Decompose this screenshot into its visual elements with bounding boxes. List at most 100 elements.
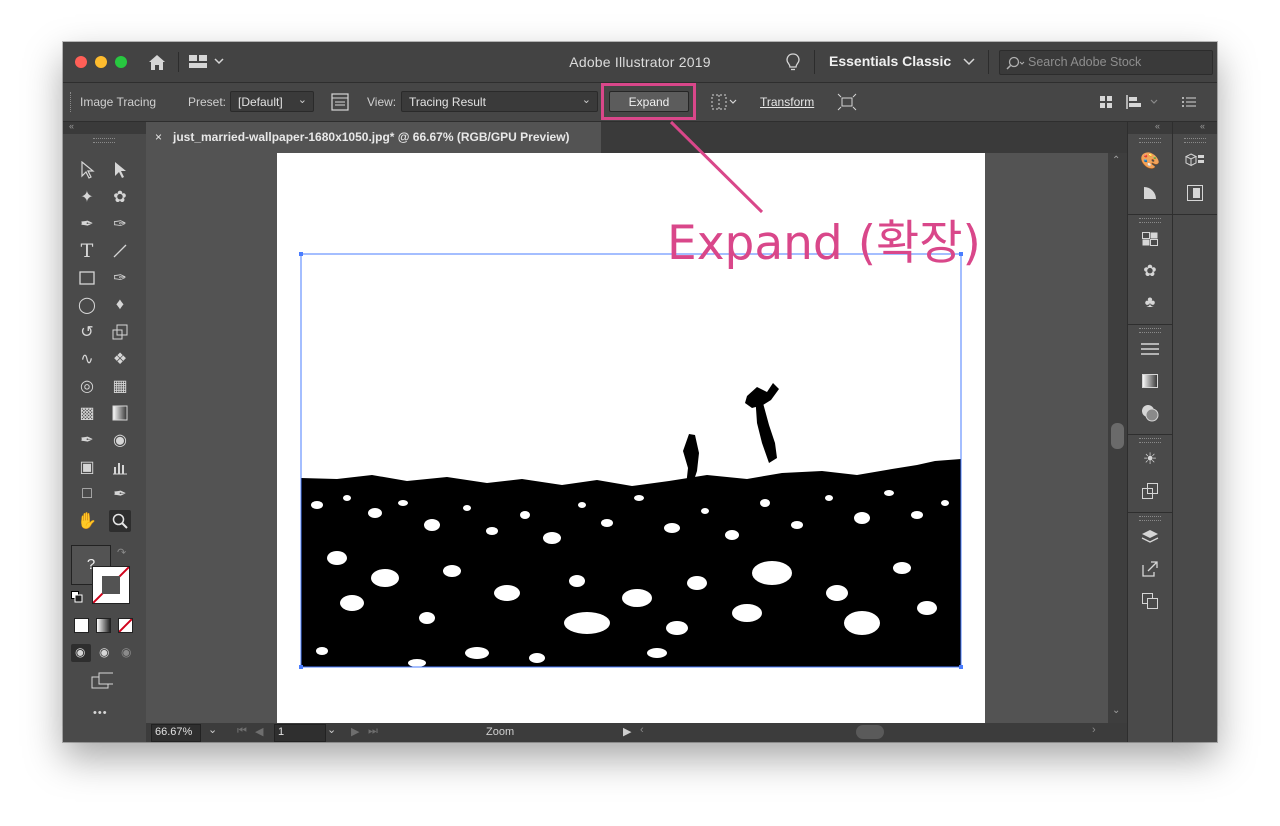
zoom-tool-icon[interactable] <box>109 510 131 532</box>
scrollbar-thumb[interactable] <box>1111 423 1124 449</box>
menu-lines-icon[interactable] <box>1181 95 1197 109</box>
scale-tool-icon[interactable] <box>109 321 131 343</box>
draw-inside-icon[interactable]: ◉ <box>117 644 137 662</box>
document-tab[interactable]: × just_married-wallpaper-1680x1050.jpg* … <box>146 122 601 153</box>
align-panel-icon[interactable] <box>1125 94 1161 110</box>
scroll-down-icon[interactable]: ⌄ <box>1112 705 1120 716</box>
asset-export-icon[interactable] <box>1139 558 1161 580</box>
color-mode-icon[interactable] <box>74 618 89 633</box>
chevron-down-icon[interactable] <box>963 58 975 66</box>
first-artboard-icon[interactable]: ⏮ <box>237 725 247 738</box>
transparency-icon[interactable] <box>1139 402 1161 424</box>
properties-panel-icon[interactable] <box>1184 182 1206 204</box>
illustrator-window: Adobe Illustrator 2019 Essentials Classi… <box>63 42 1217 742</box>
preset-label: Preset: <box>188 95 227 109</box>
tracing-panel-icon[interactable] <box>331 93 349 111</box>
grid-icon[interactable] <box>1099 95 1113 109</box>
symbol-sprayer-tool-icon[interactable]: ▣ <box>76 456 98 478</box>
stroke-swatch[interactable] <box>92 566 130 604</box>
magic-wand-tool-icon[interactable]: ✦ <box>76 186 98 208</box>
chevron-down-icon: ⌄ <box>581 94 591 106</box>
collapse-icon[interactable]: « <box>1200 121 1205 131</box>
collapse-icon[interactable]: « <box>1155 121 1160 131</box>
status-menu-icon[interactable]: ▶ <box>623 725 631 738</box>
shape-builder-tool-icon[interactable]: ◎ <box>76 375 98 397</box>
warp-tool-icon[interactable]: ∿ <box>76 348 98 370</box>
stroke-panel-icon[interactable] <box>1139 338 1161 360</box>
view-label: View: <box>367 95 397 109</box>
symbols-icon[interactable]: ♣ <box>1139 292 1161 314</box>
gradient-mode-icon[interactable] <box>96 618 111 633</box>
collapse-icon[interactable]: « <box>63 121 146 134</box>
isolate-object-icon[interactable] <box>837 93 857 111</box>
workspace-switcher[interactable]: Essentials Classic <box>829 53 951 69</box>
document-tab-title: just_married-wallpaper-1680x1050.jpg* @ … <box>173 130 570 144</box>
direct-selection-tool-icon[interactable] <box>109 159 131 181</box>
panel-dock-secondary: « <box>1172 121 1217 742</box>
last-artboard-icon[interactable]: ⏭ <box>368 725 378 738</box>
graphic-styles-icon[interactable] <box>1139 480 1161 502</box>
shaper-tool-icon[interactable]: ◯ <box>76 294 98 316</box>
zoom-level-field[interactable]: 66.67% <box>151 724 201 742</box>
edit-toolbar-button[interactable]: ••• <box>93 707 108 719</box>
libraries-icon[interactable] <box>1184 150 1206 172</box>
eraser-tool-icon[interactable]: ♦ <box>109 294 131 316</box>
swatches-icon[interactable] <box>1139 228 1161 250</box>
color-panel-icon[interactable]: 🎨 <box>1139 150 1161 172</box>
line-segment-tool-icon[interactable] <box>109 240 131 262</box>
blend-tool-icon[interactable]: ◉ <box>109 429 131 451</box>
tools-panel: « ✦ ✿ ✒ ✑ T ✑ ◯ ♦ ↺ ∿ ❖ ◎ ▦ ▩ ✒ ◉ ▣ □ ✒ … <box>63 121 147 742</box>
none-mode-icon[interactable] <box>118 618 133 633</box>
panel-dock-primary: « 🎨 ✿ ♣ ☀ <box>1127 121 1173 742</box>
adobe-stock-search-input[interactable]: Search Adobe Stock <box>999 50 1213 75</box>
vertical-scrollbar[interactable]: ⌃ ⌄ <box>1108 153 1127 723</box>
rotate-tool-icon[interactable]: ↺ <box>76 321 98 343</box>
search-placeholder: Search Adobe Stock <box>1028 55 1142 69</box>
puppet-warp-tool-icon[interactable]: ❖ <box>109 348 131 370</box>
draw-normal-icon[interactable]: ◉ <box>71 644 91 662</box>
next-artboard-icon[interactable]: ▶ <box>351 725 359 738</box>
gradient-tool-icon[interactable] <box>109 402 131 424</box>
perspective-grid-tool-icon[interactable]: ▦ <box>109 375 131 397</box>
lasso-tool-icon[interactable]: ✿ <box>109 186 131 208</box>
screen-mode-icon[interactable] <box>91 670 113 692</box>
column-graph-tool-icon[interactable] <box>109 456 131 478</box>
scroll-up-icon[interactable]: ⌃ <box>1112 155 1120 166</box>
color-guide-icon[interactable] <box>1139 182 1161 204</box>
chevron-down-icon[interactable]: ⌄ <box>327 723 336 736</box>
hand-tool-icon[interactable]: ✋ <box>76 510 98 532</box>
draw-behind-icon[interactable]: ◉ <box>95 644 115 662</box>
image-tracing-panel-link[interactable]: Image Tracing <box>80 95 156 109</box>
brushes-icon[interactable]: ✿ <box>1139 260 1161 282</box>
artboard-number-field[interactable]: 1 <box>274 724 326 742</box>
scroll-left-icon[interactable]: ‹ <box>640 724 644 736</box>
preset-value: [Default] <box>238 95 283 109</box>
preset-dropdown[interactable]: [Default] ⌄ <box>230 91 314 112</box>
artboard-number-value: 1 <box>278 726 285 738</box>
lightbulb-icon[interactable] <box>785 52 801 72</box>
eyedropper-tool-icon[interactable]: ✒ <box>76 429 98 451</box>
pen-tool-icon[interactable]: ✒ <box>76 213 98 235</box>
previous-artboard-icon[interactable]: ◀ <box>255 725 263 738</box>
view-dropdown[interactable]: Tracing Result ⌄ <box>401 91 598 112</box>
artboard-tool-icon[interactable]: □ <box>76 483 98 505</box>
chevron-down-icon[interactable]: ⌄ <box>208 723 217 736</box>
layers-icon[interactable] <box>1139 526 1161 548</box>
curvature-tool-icon[interactable]: ✑ <box>109 213 131 235</box>
mesh-tool-icon[interactable]: ▩ <box>76 402 98 424</box>
selection-tool-icon[interactable] <box>76 159 98 181</box>
scroll-right-icon[interactable]: › <box>1092 724 1096 736</box>
appearance-icon[interactable]: ☀ <box>1139 448 1161 470</box>
rectangle-tool-icon[interactable] <box>76 267 98 289</box>
artboards-panel-icon[interactable] <box>1139 590 1161 612</box>
type-tool-icon[interactable]: T <box>76 240 98 262</box>
transform-link[interactable]: Transform <box>760 95 814 109</box>
horizontal-scrollbar-thumb[interactable] <box>856 725 884 739</box>
default-fill-stroke-icon[interactable] <box>71 590 83 603</box>
swap-fill-stroke-icon[interactable]: ↷ <box>117 546 126 559</box>
gradient-panel-icon[interactable] <box>1139 370 1161 392</box>
paintbrush-tool-icon[interactable]: ✑ <box>109 267 131 289</box>
close-tab-icon[interactable]: × <box>155 130 162 144</box>
slice-tool-icon[interactable]: ✒ <box>109 483 131 505</box>
align-to-icon[interactable] <box>710 93 740 111</box>
